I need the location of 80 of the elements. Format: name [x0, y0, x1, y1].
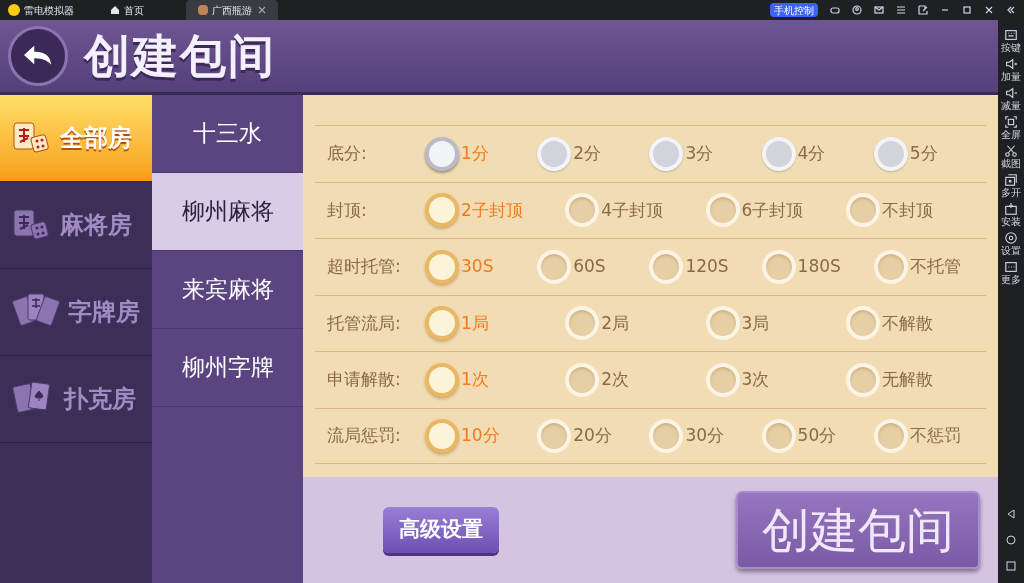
option-label: 1次 [461, 368, 489, 391]
sidebar-tool[interactable]: 多开 [1001, 173, 1021, 199]
maximize-icon[interactable] [962, 5, 972, 15]
sidebar-tool[interactable]: 加量 [1001, 57, 1021, 83]
mail-icon[interactable] [874, 5, 884, 15]
radio-button[interactable] [425, 306, 459, 341]
option-label: 30S [461, 255, 494, 278]
setting-label: 底分: [326, 142, 368, 165]
sidebar-tool[interactable]: 设置 [1001, 231, 1021, 257]
sidebar-tool[interactable]: 按键 [1001, 28, 1021, 54]
option-label: 不托管 [909, 255, 961, 278]
option-label: 30分 [685, 424, 725, 447]
option-label: 1分 [461, 142, 489, 165]
sidebar-tool-icon [1004, 202, 1018, 216]
phone-control-button[interactable]: 手机控制 [770, 3, 818, 17]
sidebar-tool-icon [1004, 144, 1018, 158]
option-label: 10分 [461, 424, 500, 447]
option-label: 不惩罚 [909, 424, 961, 447]
option-label: 4子封顶 [601, 198, 664, 222]
option-label: 180S [797, 255, 841, 278]
sidebar-tool-icon [1004, 86, 1018, 100]
option-label: 3分 [685, 142, 714, 165]
sidebar-tool[interactable]: 安装 [1001, 202, 1021, 228]
app-logo-icon [8, 4, 20, 16]
option-label: 6子封顶 [741, 198, 804, 222]
option-label: 5分 [909, 142, 938, 165]
sidebar-tool-icon [1004, 260, 1018, 274]
radio-button[interactable] [425, 418, 459, 453]
option-label: 不封顶 [881, 198, 933, 222]
sidebar-tool-icon [1004, 173, 1018, 187]
close-icon[interactable] [984, 5, 994, 15]
advanced-settings-button[interactable]: 高级设置 [383, 507, 499, 553]
app-name: 雷电模拟器 [24, 3, 74, 18]
option-label: 不解散 [881, 311, 933, 335]
game-tab[interactable]: 柳州麻将 [152, 173, 303, 251]
option-label: 3局 [741, 311, 770, 335]
create-room-button[interactable]: 创建包间 [736, 491, 980, 569]
option-label: 20分 [573, 424, 612, 447]
option-label: 3次 [741, 368, 770, 391]
home-circle-icon[interactable] [1006, 535, 1016, 545]
sidebar-tool[interactable]: 全屏 [1001, 115, 1021, 141]
option-label: 2局 [601, 311, 630, 335]
sidebar-tool-icon [1004, 28, 1018, 42]
menu-icon[interactable] [896, 5, 906, 15]
back-button[interactable] [8, 26, 68, 86]
app-icon [198, 5, 208, 15]
page-title: 创建包间 [84, 27, 276, 85]
emulator-tab[interactable]: 广西瓶游 [186, 0, 278, 20]
option-label: 1局 [461, 311, 489, 335]
setting-label: 托管流局: [326, 311, 402, 335]
sidebar-tool[interactable]: 截图 [1001, 144, 1021, 170]
user-icon[interactable] [852, 5, 862, 15]
setting-label: 封顶: [326, 198, 368, 222]
option-label: 50分 [797, 424, 837, 447]
setting-label: 流局惩罚: [326, 424, 402, 447]
sidebar-tool[interactable]: 减量 [1001, 86, 1021, 112]
recent-apps-icon[interactable] [1006, 561, 1016, 571]
sidebar-tool-icon [1004, 231, 1018, 245]
option-label: 60S [573, 255, 606, 278]
emulator-tab[interactable]: 首页 [98, 0, 186, 20]
radio-button[interactable] [425, 249, 459, 284]
option-label: 4分 [797, 142, 826, 165]
mahjong-tile-icon [12, 207, 52, 243]
option-label: 2分 [573, 142, 601, 165]
option-label: 120S [685, 255, 729, 278]
home-icon [110, 5, 120, 15]
option-label: 2次 [601, 368, 630, 391]
sidebar-tool[interactable]: 更多 [1001, 260, 1021, 286]
back-triangle-icon[interactable] [1006, 509, 1016, 519]
option-label: 2子封顶 [461, 198, 523, 222]
option-label: 无解散 [881, 368, 933, 391]
sidebar-tool-icon [1004, 57, 1018, 71]
radio-button[interactable] [425, 362, 459, 397]
radio-button[interactable] [425, 136, 459, 171]
chevrons-icon[interactable] [1006, 5, 1016, 15]
radio-button[interactable] [425, 193, 459, 228]
mahjong-tile-icon [12, 120, 52, 156]
sidebar-tool-icon [1004, 115, 1018, 129]
setting-label: 申请解散: [326, 368, 402, 391]
setting-label: 超时托管: [326, 255, 402, 278]
